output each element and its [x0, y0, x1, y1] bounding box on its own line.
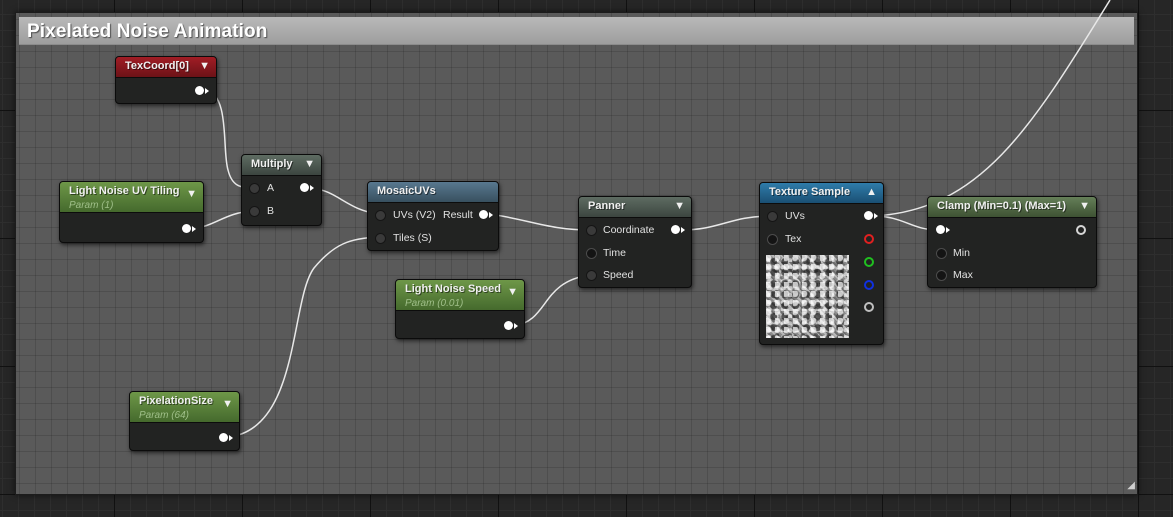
texcoord-output-pin[interactable]	[195, 86, 204, 95]
panner-output-pin[interactable]	[671, 225, 680, 234]
texture-green-output-pin[interactable]	[864, 257, 874, 267]
mosaic-result-pin[interactable]	[479, 210, 488, 219]
pixelation-size-param-node[interactable]: PixelationSize Param (64) ▼	[129, 391, 240, 451]
node-title: TexCoord[0]	[125, 60, 189, 72]
texture-uvs-label: UVs	[785, 210, 805, 222]
mosaic-result-label: Result	[443, 209, 473, 221]
arrow-icon	[205, 88, 209, 94]
uv-tiling-output-pin[interactable]	[182, 224, 191, 233]
uv-tiling-param-node[interactable]: Light Noise UV Tiling Param (1) ▼	[59, 181, 204, 243]
mosaic-tiles-label: Tiles (S)	[393, 232, 432, 244]
arrow-icon	[192, 226, 196, 232]
multiply-a-pin[interactable]	[249, 183, 260, 194]
clamp-header[interactable]: Clamp (Min=0.1) (Max=1) ▼	[928, 197, 1096, 218]
comment-header[interactable]: Pixelated Noise Animation	[19, 17, 1134, 45]
clamp-min-pin[interactable]	[936, 248, 947, 259]
triangle-down-icon[interactable]: ▼	[304, 158, 315, 170]
arrow-icon	[489, 212, 493, 218]
pixelation-size-header[interactable]: PixelationSize Param (64) ▼	[130, 392, 239, 423]
uv-tiling-header[interactable]: Light Noise UV Tiling Param (1) ▼	[60, 182, 203, 213]
mosaic-uvs-header[interactable]: MosaicUVs	[368, 182, 498, 203]
texture-red-output-pin[interactable]	[864, 234, 874, 244]
node-title: Multiply	[251, 158, 293, 170]
panner-node[interactable]: Panner ▼ Coordinate Time Speed	[578, 196, 692, 288]
multiply-output-pin[interactable]	[300, 183, 309, 192]
triangle-down-icon[interactable]: ▼	[507, 286, 518, 298]
panner-speed-label: Speed	[603, 269, 634, 281]
triangle-down-icon[interactable]: ▼	[674, 200, 685, 212]
triangle-down-icon[interactable]: ▼	[222, 398, 233, 410]
arrow-icon	[874, 213, 878, 219]
node-title: Texture Sample	[769, 186, 851, 198]
triangle-down-icon[interactable]: ▼	[1079, 200, 1090, 212]
panner-time-pin[interactable]	[586, 248, 597, 259]
texture-blue-output-pin[interactable]	[864, 280, 874, 290]
texture-sample-node[interactable]: Texture Sample ▲ UVs Tex	[759, 182, 884, 345]
node-title: MosaicUVs	[377, 185, 436, 197]
clamp-input-pin[interactable]	[936, 225, 945, 234]
resize-grip-icon[interactable]: ◢	[1123, 480, 1135, 492]
node-subtitle: Param (64)	[139, 410, 190, 421]
clamp-min-label: Min	[953, 247, 970, 259]
texture-uvs-pin[interactable]	[767, 211, 778, 222]
speed-output-pin[interactable]	[504, 321, 513, 330]
arrow-icon	[681, 227, 685, 233]
comment-title: Pixelated Noise Animation	[27, 21, 268, 42]
panner-time-label: Time	[603, 247, 626, 259]
panner-coordinate-label: Coordinate	[603, 224, 655, 236]
panner-speed-pin[interactable]	[586, 270, 597, 281]
texture-sample-header[interactable]: Texture Sample ▲	[760, 183, 883, 204]
texcoord-node[interactable]: TexCoord[0] ▼	[115, 56, 217, 104]
triangle-up-icon[interactable]: ▲	[866, 186, 877, 198]
texcoord-header[interactable]: TexCoord[0] ▼	[116, 57, 216, 78]
arrow-icon	[310, 185, 314, 191]
speed-header[interactable]: Light Noise Speed Param (0.01) ▼	[396, 280, 524, 311]
clamp-node[interactable]: Clamp (Min=0.1) (Max=1) ▼ Min Max	[927, 196, 1097, 288]
arrow-icon	[514, 323, 518, 329]
mosaic-uvs-node[interactable]: MosaicUVs UVs (V2) Result Tiles (S)	[367, 181, 499, 251]
node-subtitle: Param (1)	[69, 200, 114, 211]
node-title: Clamp (Min=0.1) (Max=1)	[937, 200, 1066, 212]
texture-alpha-output-pin[interactable]	[864, 302, 874, 312]
arrow-icon	[946, 227, 950, 233]
pixelation-size-output-pin[interactable]	[219, 433, 228, 442]
multiply-b-label: B	[267, 205, 275, 217]
node-title: Light Noise Speed	[405, 283, 501, 295]
node-subtitle: Param (0.01)	[405, 298, 464, 309]
mosaic-uvs-input-label: UVs (V2)	[393, 209, 436, 221]
clamp-output-pin[interactable]	[1076, 225, 1086, 235]
mosaic-tiles-pin[interactable]	[375, 233, 386, 244]
arrow-icon	[229, 435, 233, 441]
node-title: PixelationSize	[139, 395, 213, 407]
texture-tex-pin[interactable]	[767, 234, 778, 245]
triangle-down-icon[interactable]: ▼	[199, 60, 210, 72]
mosaic-uvs-input-pin[interactable]	[375, 210, 386, 221]
texture-tex-label: Tex	[785, 233, 802, 245]
panner-header[interactable]: Panner ▼	[579, 197, 691, 218]
node-title: Light Noise UV Tiling	[69, 185, 180, 197]
multiply-b-pin[interactable]	[249, 206, 260, 217]
multiply-node[interactable]: Multiply ▼ A B	[241, 154, 322, 226]
panner-coordinate-pin[interactable]	[586, 225, 597, 236]
noise-texture-preview	[766, 255, 849, 338]
multiply-header[interactable]: Multiply ▼	[242, 155, 321, 176]
clamp-max-pin[interactable]	[936, 270, 947, 281]
texture-rgb-output-pin[interactable]	[864, 211, 873, 220]
speed-param-node[interactable]: Light Noise Speed Param (0.01) ▼	[395, 279, 525, 339]
triangle-down-icon[interactable]: ▼	[186, 188, 197, 200]
clamp-max-label: Max	[953, 269, 973, 281]
multiply-a-label: A	[267, 182, 275, 194]
node-title: Panner	[588, 200, 626, 212]
